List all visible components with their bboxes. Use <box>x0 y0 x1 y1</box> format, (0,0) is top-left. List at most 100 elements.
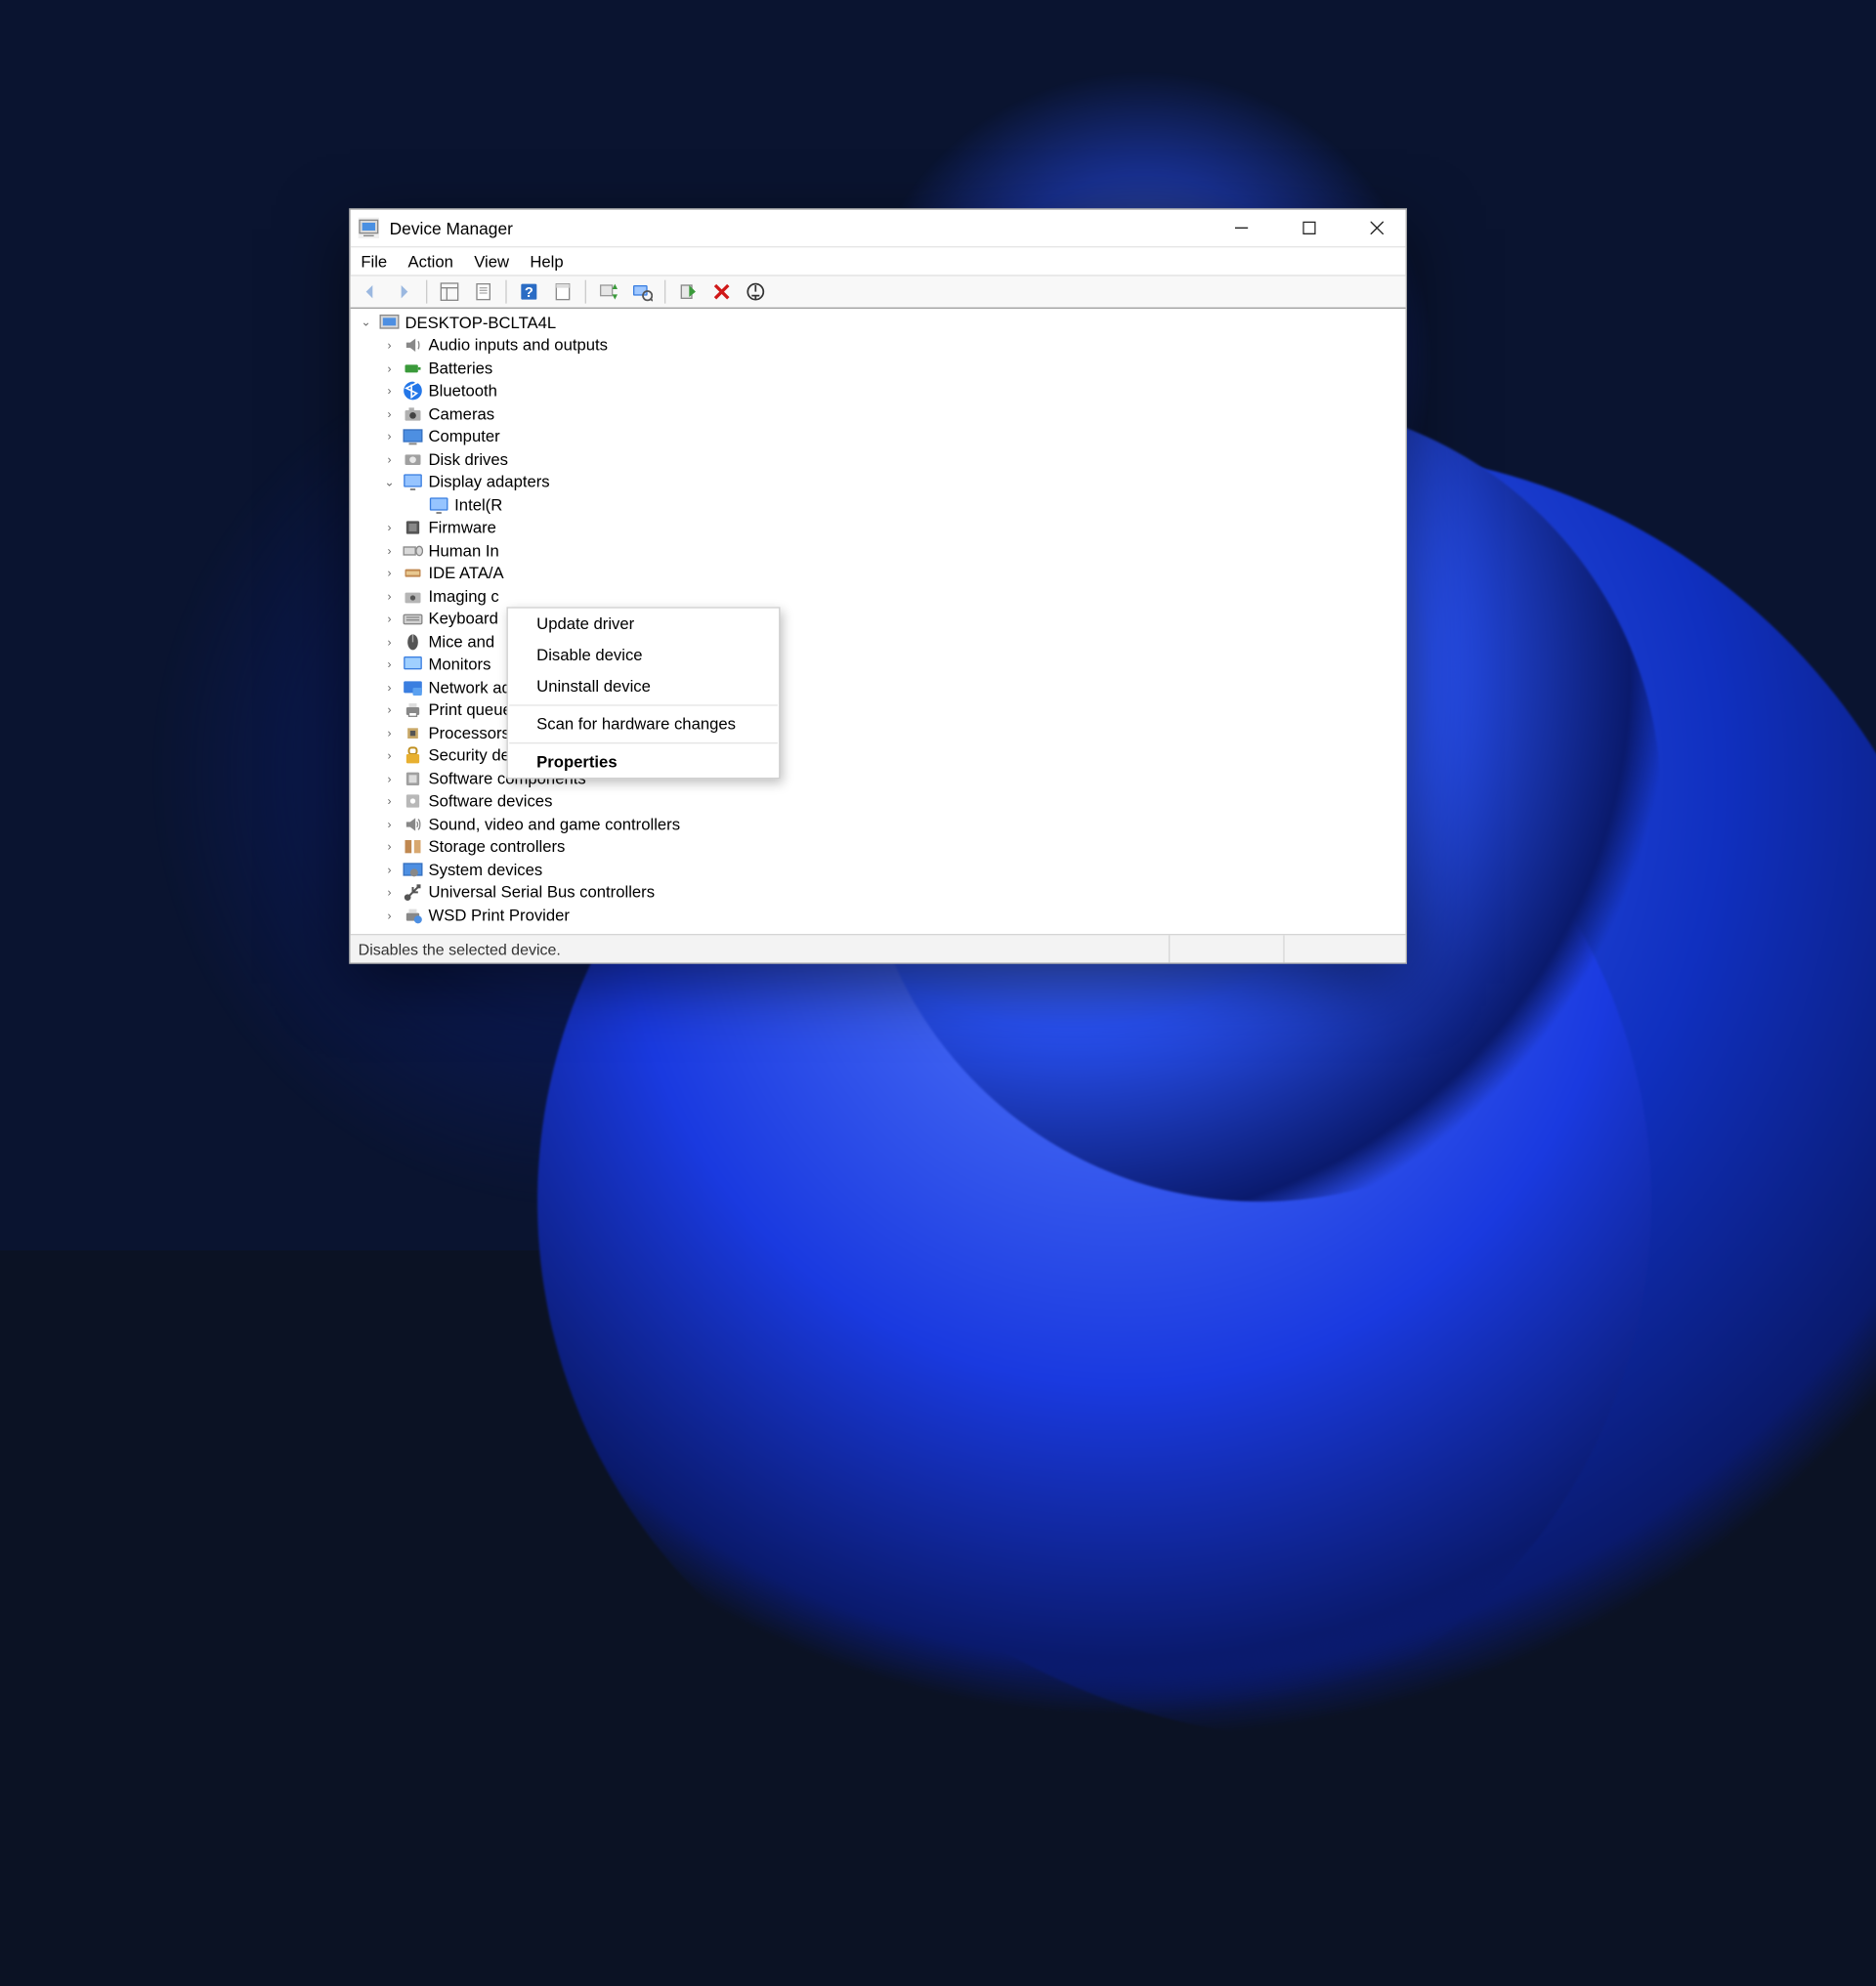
context-menu-uninstall-device[interactable]: Uninstall device <box>508 670 779 701</box>
device-tree[interactable]: ⌄ DESKTOP-BCLTA4L › Audio inputs and outp… <box>351 309 1406 934</box>
tree-label: Software devices <box>429 792 553 811</box>
tree-node-category[interactable]: ›Sound, video and game controllers <box>356 813 1400 835</box>
properties-button[interactable] <box>469 277 497 306</box>
tree-node-category[interactable]: ›Storage controllers <box>356 835 1400 858</box>
menu-action[interactable]: Action <box>408 252 453 271</box>
tree-node-category[interactable]: ⌄ Display adapters <box>356 471 1400 493</box>
uninstall-device-button[interactable] <box>707 277 736 306</box>
window-title: Device Manager <box>390 218 513 237</box>
tree-label: Mice and <box>429 633 495 652</box>
back-button[interactable] <box>356 277 384 306</box>
tree-node-category[interactable]: › Disk drives <box>356 448 1400 471</box>
disable-device-button[interactable] <box>742 277 770 306</box>
disk-drive-icon <box>403 449 423 470</box>
tree-label: WSD Print Provider <box>429 907 570 925</box>
forward-button[interactable] <box>390 277 418 306</box>
tree-label: Display adapters <box>429 473 550 491</box>
chevron-right-icon[interactable]: › <box>382 818 398 830</box>
svg-text:?: ? <box>525 285 533 301</box>
titlebar[interactable]: Device Manager <box>351 210 1406 246</box>
menu-help[interactable]: Help <box>530 252 563 271</box>
software-component-icon <box>403 768 423 788</box>
chevron-right-icon[interactable]: › <box>382 453 398 466</box>
tree-node-root[interactable]: ⌄ DESKTOP-BCLTA4L <box>356 312 1400 334</box>
chevron-right-icon[interactable]: › <box>382 658 398 671</box>
tree-node-category[interactable]: › Human In <box>356 539 1400 562</box>
tree-node-category[interactable]: ›Bluetooth <box>356 380 1400 402</box>
firmware-icon <box>403 518 423 538</box>
tree-label: Intel(R <box>454 496 502 515</box>
chevron-right-icon[interactable]: › <box>382 749 398 762</box>
tree-label: Imaging c <box>429 587 499 606</box>
chevron-right-icon[interactable]: › <box>382 840 398 853</box>
close-button[interactable] <box>1348 210 1406 246</box>
tree-node-category[interactable]: ›Computer <box>356 425 1400 447</box>
chevron-right-icon[interactable]: › <box>382 339 398 352</box>
scan-hardware-button[interactable] <box>628 277 657 306</box>
chevron-right-icon[interactable]: › <box>382 430 398 443</box>
chevron-right-icon[interactable]: › <box>382 681 398 694</box>
tree-node-category[interactable]: ›Cameras <box>356 402 1400 425</box>
tree-node-category[interactable]: › Imaging c <box>356 585 1400 608</box>
maximize-button[interactable] <box>1281 210 1339 246</box>
status-cell <box>1283 935 1397 962</box>
update-driver-button[interactable] <box>594 277 622 306</box>
chevron-right-icon[interactable]: › <box>382 727 398 739</box>
enable-device-button[interactable] <box>673 277 702 306</box>
computer-icon <box>403 426 423 446</box>
chevron-right-icon[interactable]: › <box>382 795 398 808</box>
chevron-right-icon[interactable]: › <box>382 522 398 534</box>
tree-label: Disk drives <box>429 450 508 469</box>
tree-label: Universal Serial Bus controllers <box>429 883 656 902</box>
menu-view[interactable]: View <box>474 252 509 271</box>
chevron-right-icon[interactable]: › <box>382 590 398 603</box>
help-button[interactable]: ? <box>515 277 543 306</box>
network-adapter-icon <box>403 677 423 697</box>
show-hide-tree-button[interactable] <box>435 277 463 306</box>
chevron-right-icon[interactable]: › <box>382 703 398 716</box>
tree-node-category[interactable]: › WSD Print Provider <box>356 904 1400 926</box>
chevron-right-icon[interactable]: › <box>382 361 398 374</box>
camera-icon <box>403 403 423 424</box>
tree-label: Human In <box>429 541 499 560</box>
tree-node-category[interactable]: › Audio inputs and outputs <box>356 334 1400 357</box>
security-device-icon <box>403 745 423 766</box>
tree-label: IDE ATA/A <box>429 565 504 583</box>
tree-node-category[interactable]: › IDE ATA/A <box>356 562 1400 584</box>
context-menu-properties[interactable]: Properties <box>508 745 779 777</box>
chevron-right-icon[interactable]: › <box>382 635 398 648</box>
chevron-right-icon[interactable]: › <box>382 908 398 921</box>
tree-node-category[interactable]: › Universal Serial Bus controllers <box>356 881 1400 904</box>
chevron-right-icon[interactable]: › <box>382 407 398 420</box>
chevron-down-icon[interactable]: ⌄ <box>382 475 398 489</box>
tree-label: Audio inputs and outputs <box>429 336 608 355</box>
context-menu-scan-hardware[interactable]: Scan for hardware changes <box>508 708 779 739</box>
device-manager-window: Device Manager File Action View Help ? ⌄ <box>349 208 1407 963</box>
bluetooth-icon <box>403 381 423 401</box>
chevron-down-icon[interactable]: ⌄ <box>359 316 374 330</box>
tree-node-category[interactable]: › Software devices <box>356 790 1400 813</box>
chevron-right-icon[interactable]: › <box>382 567 398 579</box>
chevron-right-icon[interactable]: › <box>382 886 398 899</box>
tree-node-category[interactable]: ›Firmware <box>356 517 1400 539</box>
menu-file[interactable]: File <box>361 252 387 271</box>
minimize-button[interactable] <box>1213 210 1270 246</box>
properties-sheet-button[interactable] <box>548 277 576 306</box>
context-menu-update-driver[interactable]: Update driver <box>508 608 779 639</box>
tree-node-device-selected[interactable]: Intel(R <box>356 493 1400 516</box>
chevron-right-icon[interactable]: › <box>382 864 398 876</box>
hid-icon <box>403 540 423 561</box>
tree-node-category[interactable]: ›System devices <box>356 859 1400 881</box>
display-adapter-icon <box>403 472 423 492</box>
software-device-icon <box>403 791 423 812</box>
chevron-right-icon[interactable]: › <box>382 544 398 557</box>
mouse-icon <box>403 631 423 652</box>
chevron-right-icon[interactable]: › <box>382 385 398 398</box>
context-menu-disable-device[interactable]: Disable device <box>508 639 779 670</box>
chevron-right-icon[interactable]: › <box>382 613 398 625</box>
tree-node-category[interactable]: ›Batteries <box>356 357 1400 379</box>
chevron-right-icon[interactable]: › <box>382 772 398 784</box>
battery-icon <box>403 358 423 378</box>
tree-label: Processors <box>429 724 510 742</box>
status-cell <box>1169 935 1283 962</box>
